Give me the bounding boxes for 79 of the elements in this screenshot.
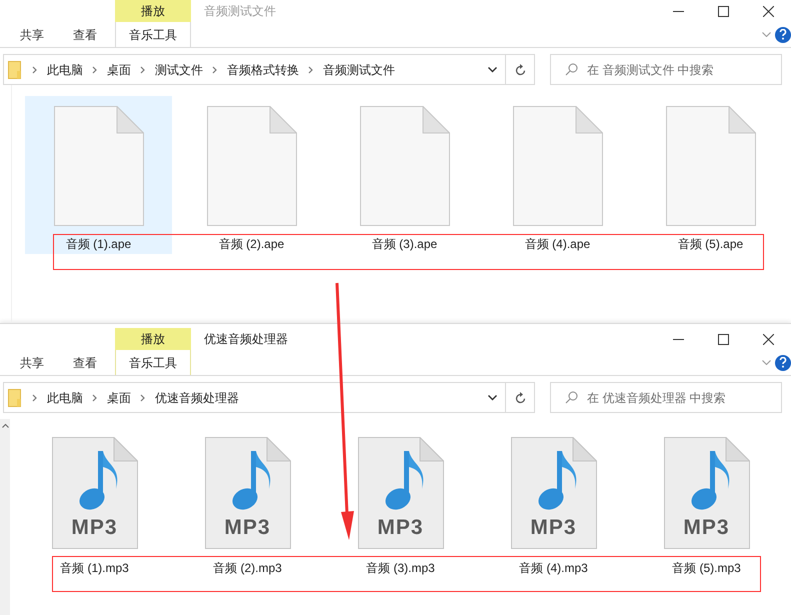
breadcrumb-item[interactable]: 测试文件 <box>155 60 203 78</box>
window-title: 音频测试文件 <box>204 3 276 20</box>
maximize-icon[interactable] <box>718 6 729 16</box>
music-file-icon <box>510 437 596 549</box>
file-item[interactable]: 音频 (1).ape <box>25 96 172 254</box>
breadcrumb-item[interactable]: 音频格式转换 <box>227 60 299 78</box>
breadcrumb-item[interactable]: 桌面 <box>107 388 131 406</box>
music-file-icon <box>664 437 750 549</box>
breadcrumb-item[interactable]: 桌面 <box>107 60 131 78</box>
icon-label: MP3 <box>682 515 731 541</box>
file-item[interactable]: MP3 音频 (4).mp3 <box>480 427 627 577</box>
chevron-icon <box>212 66 218 74</box>
icon-label: MP3 <box>529 515 578 541</box>
address-bar[interactable]: 此电脑 桌面 测试文件 音频格式转换 音频测试文件 <box>3 54 535 85</box>
blank-file-icon <box>666 106 756 226</box>
blank-file-icon <box>54 106 144 226</box>
file-name: 音频 (4).ape <box>524 236 590 253</box>
close-icon[interactable] <box>763 6 774 16</box>
search-icon <box>565 391 578 404</box>
file-name: 音频 (4).mp3 <box>519 560 588 577</box>
search-input[interactable]: 在 音频测试文件 中搜索 <box>587 60 781 78</box>
maximize-icon[interactable] <box>718 334 729 344</box>
file-item[interactable]: MP3 音频 (2).mp3 <box>174 427 321 577</box>
file-name: 音频 (2).mp3 <box>213 560 282 577</box>
ribbon-group-label: 播放 <box>115 0 191 22</box>
file-item[interactable]: 音频 (3).ape <box>331 96 478 254</box>
icon-label: MP3 <box>70 515 119 541</box>
icon-label: MP3 <box>223 515 272 541</box>
ribbon-tab[interactable]: 音乐工具 <box>115 22 191 47</box>
breadcrumb-item[interactable]: 音频测试文件 <box>323 60 395 78</box>
chevron-icon <box>92 394 98 402</box>
blank-file-icon <box>512 106 602 226</box>
window-title: 优速音频处理器 <box>204 331 288 348</box>
file-item[interactable]: MP3 音频 (5).mp3 <box>633 427 780 577</box>
file-name: 音频 (3).mp3 <box>366 560 435 577</box>
file-name: 音频 (5).mp3 <box>672 560 741 577</box>
music-file-icon <box>358 437 444 549</box>
file-name: 音频 (1).ape <box>66 236 132 253</box>
folder-icon <box>8 60 21 78</box>
file-item[interactable]: MP3 音频 (3).mp3 <box>327 427 474 577</box>
address-bar[interactable]: 此电脑 桌面 优速音频处理器 <box>3 382 535 413</box>
blank-file-icon <box>360 106 450 226</box>
file-name: 音频 (1).mp3 <box>60 560 129 577</box>
search-icon <box>565 63 578 76</box>
chevron-icon <box>140 394 146 402</box>
close-icon[interactable] <box>763 334 774 344</box>
ribbon-tab[interactable]: 音乐工具 <box>115 350 191 375</box>
search-field[interactable]: 在 优速音频处理器 中搜索 <box>550 382 782 413</box>
ribbon-tab[interactable]: 查看 <box>57 350 113 375</box>
ribbon-tab[interactable]: 查看 <box>57 22 113 47</box>
music-file-icon <box>204 437 290 549</box>
file-item[interactable]: 音频 (2).ape <box>178 96 325 254</box>
ribbon-tab[interactable]: 共享 <box>7 22 57 47</box>
breadcrumb-item[interactable]: 此电脑 <box>47 60 83 78</box>
file-item[interactable]: MP3 音频 (1).mp3 <box>21 427 168 577</box>
help-icon[interactable] <box>775 354 791 370</box>
scroll-up-icon[interactable] <box>2 423 8 428</box>
chevron-icon <box>92 66 98 74</box>
chevron-icon <box>32 66 38 74</box>
file-name: 音频 (5).ape <box>678 236 744 253</box>
search-field[interactable]: 在 音频测试文件 中搜索 <box>550 54 782 85</box>
help-icon[interactable] <box>775 26 791 42</box>
chevron-icon <box>140 66 146 74</box>
icon-label: MP3 <box>376 515 425 541</box>
breadcrumb-item[interactable]: 此电脑 <box>47 388 83 406</box>
music-file-icon <box>52 437 138 549</box>
ribbon-tab[interactable]: 共享 <box>7 350 57 375</box>
breadcrumb-item[interactable]: 优速音频处理器 <box>155 388 239 406</box>
file-item[interactable]: 音频 (5).ape <box>637 96 784 254</box>
chevron-icon <box>32 394 38 402</box>
ribbon-group-label: 播放 <box>115 328 191 350</box>
folder-icon <box>8 388 21 406</box>
scrollbar[interactable] <box>0 419 10 615</box>
file-name: 音频 (3).ape <box>372 236 438 253</box>
search-input[interactable]: 在 优速音频处理器 中搜索 <box>587 388 781 406</box>
blank-file-icon <box>206 106 296 226</box>
chevron-icon <box>308 66 314 74</box>
file-item[interactable]: 音频 (4).ape <box>484 96 631 254</box>
file-name: 音频 (2).ape <box>218 236 284 253</box>
